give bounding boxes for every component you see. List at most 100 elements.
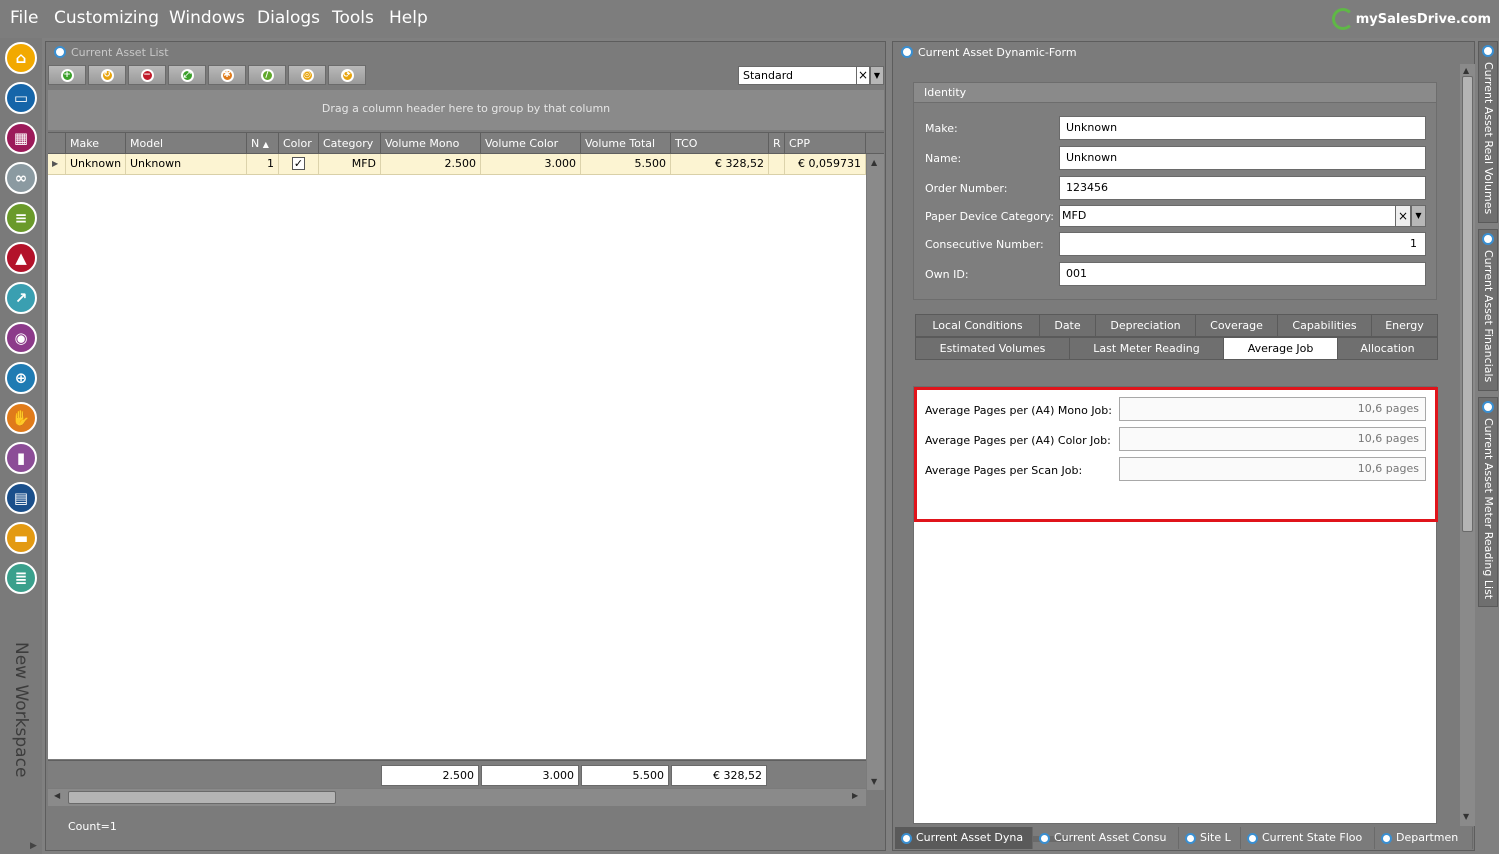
grid-header: Make Model N ▲ Color Category Volume Mon…	[48, 132, 884, 154]
doc-tab-department[interactable]: Departmen	[1375, 827, 1473, 849]
scroll-up-icon[interactable]: ▲	[871, 158, 877, 167]
tab-local-conditions[interactable]: Local Conditions	[915, 314, 1039, 337]
cell-make[interactable]: Unknown	[66, 154, 126, 174]
edit-button[interactable]: ↻	[88, 65, 126, 85]
database-icon[interactable]: ≣	[5, 562, 37, 594]
tab-average-job[interactable]: Average Job	[1223, 337, 1337, 360]
view-clear-icon[interactable]: ×	[856, 66, 870, 85]
menu-windows[interactable]: Windows	[169, 8, 245, 28]
category-clear-icon[interactable]: ×	[1395, 205, 1411, 227]
table-row[interactable]: ▶ Unknown Unknown 1 ✓ MFD 2.500 3.000 5.…	[48, 154, 866, 175]
cell-tco[interactable]: € 328,52	[671, 154, 769, 174]
own-id-field[interactable]: 001	[1059, 262, 1426, 286]
grid-body[interactable]	[48, 175, 866, 759]
scroll-left-icon[interactable]: ◀	[54, 791, 60, 800]
menu-help[interactable]: Help	[389, 8, 428, 28]
cell-volume-total[interactable]: 5.500	[581, 154, 671, 174]
horizontal-scroll-thumb[interactable]	[68, 791, 336, 804]
cell-volume-color[interactable]: 3.000	[481, 154, 581, 174]
target-icon[interactable]: ⊕	[5, 362, 37, 394]
bar-chart-icon[interactable]: ▮	[5, 442, 37, 474]
trend-icon[interactable]: ↗	[5, 282, 37, 314]
column-header-make[interactable]: Make	[66, 133, 126, 154]
side-tab-financials[interactable]: Current Asset Financials	[1478, 229, 1498, 391]
column-header-r[interactable]: R	[769, 133, 785, 154]
form-vertical-scrollbar[interactable]: ▲ ▼	[1460, 64, 1475, 826]
tab-coverage[interactable]: Coverage	[1195, 314, 1277, 337]
grid-horizontal-scrollbar[interactable]: ◀ ▶	[48, 789, 866, 806]
options-button[interactable]: ◎	[288, 65, 326, 85]
menu-customizing[interactable]: Customizing	[54, 8, 159, 28]
scroll-down-icon[interactable]: ▼	[871, 777, 877, 786]
column-header-volume-color[interactable]: Volume Color	[481, 133, 581, 154]
cell-cpp[interactable]: € 0,059731	[785, 154, 866, 174]
avg-color-job-field[interactable]: 10,6 pages	[1119, 427, 1426, 451]
binoculars-icon[interactable]: ∞	[5, 162, 37, 194]
doc-tab-asset-dynamic[interactable]: Current Asset Dyna	[895, 827, 1033, 849]
tab-capabilities[interactable]: Capabilities	[1277, 314, 1371, 337]
cell-r[interactable]	[769, 154, 785, 174]
tab-last-meter-reading[interactable]: Last Meter Reading	[1069, 337, 1223, 360]
sidebar-scroll-right-icon[interactable]: ▶	[30, 841, 37, 851]
column-header-category[interactable]: Category	[319, 133, 381, 154]
make-field[interactable]: Unknown	[1059, 116, 1426, 140]
menu-tools[interactable]: Tools	[332, 8, 374, 28]
tab-allocation[interactable]: Allocation	[1337, 337, 1438, 360]
document-icon[interactable]: ▤	[5, 482, 37, 514]
column-header-n[interactable]: N ▲	[247, 133, 279, 154]
grid-vertical-scrollbar[interactable]: ▲ ▼	[867, 154, 884, 790]
chart-icon[interactable]: ▲	[5, 242, 37, 274]
form-vertical-scroll-thumb[interactable]	[1462, 76, 1473, 532]
column-header-color[interactable]: Color	[279, 133, 319, 154]
chevron-down-icon[interactable]: ▼	[1411, 205, 1426, 227]
cell-color[interactable]: ✓	[279, 154, 319, 174]
add-button[interactable]: +	[48, 65, 86, 85]
refresh-button[interactable]: ⟳	[328, 65, 366, 85]
expand-button[interactable]: ⤢	[168, 65, 206, 85]
view-select[interactable]: Standard	[738, 66, 858, 85]
tab-date[interactable]: Date	[1039, 314, 1095, 337]
workspace-label[interactable]: New Workspace	[11, 642, 31, 777]
cell-n[interactable]: 1	[247, 154, 279, 174]
scroll-icon[interactable]: ≡	[5, 202, 37, 234]
consecutive-number-field[interactable]: 1	[1059, 232, 1426, 256]
doc-tab-site[interactable]: Site L	[1179, 827, 1241, 849]
scroll-right-icon[interactable]: ▶	[852, 791, 858, 800]
cell-volume-mono[interactable]: 2.500	[381, 154, 481, 174]
group-by-area[interactable]: Drag a column header here to group by th…	[48, 90, 884, 130]
filter-button[interactable]: /	[248, 65, 286, 85]
cell-category[interactable]: MFD	[319, 154, 381, 174]
handshake-icon[interactable]: ✋	[5, 402, 37, 434]
color-checkbox[interactable]: ✓	[292, 157, 305, 170]
menu-dialogs[interactable]: Dialogs	[257, 8, 320, 28]
avg-scan-job-field[interactable]: 10,6 pages	[1119, 457, 1426, 481]
eye-icon[interactable]: ◉	[5, 322, 37, 354]
column-header-cpp[interactable]: CPP	[785, 133, 866, 154]
side-tab-real-volumes[interactable]: Current Asset Real Volumes	[1478, 41, 1498, 223]
order-number-field[interactable]: 123456	[1059, 176, 1426, 200]
tab-energy[interactable]: Energy	[1371, 314, 1438, 337]
doc-tab-asset-consumables[interactable]: Current Asset Consu	[1033, 827, 1179, 849]
column-header-model[interactable]: Model	[126, 133, 247, 154]
hierarchy-icon[interactable]: ▦	[5, 122, 37, 154]
home-icon[interactable]: ⌂	[5, 42, 37, 74]
column-header-volume-total[interactable]: Volume Total	[581, 133, 671, 154]
doc-tab-state-floor[interactable]: Current State Floo	[1241, 827, 1375, 849]
side-tab-meter-reading-list[interactable]: Current Asset Meter Reading List	[1478, 397, 1498, 607]
settings-button[interactable]: ✱	[208, 65, 246, 85]
tab-estimated-volumes[interactable]: Estimated Volumes	[915, 337, 1069, 360]
cell-model[interactable]: Unknown	[126, 154, 247, 174]
menu-file[interactable]: File	[10, 8, 38, 28]
column-header-tco[interactable]: TCO	[671, 133, 769, 154]
briefcase-icon[interactable]: ▬	[5, 522, 37, 554]
scroll-up-icon[interactable]: ▲	[1463, 66, 1469, 75]
name-field[interactable]: Unknown	[1059, 146, 1426, 170]
avg-mono-job-field[interactable]: 10,6 pages	[1119, 397, 1426, 421]
column-header-volume-mono[interactable]: Volume Mono	[381, 133, 481, 154]
folder-icon[interactable]: ▭	[5, 82, 37, 114]
paper-device-category-select[interactable]: MFD	[1059, 205, 1396, 227]
chevron-down-icon[interactable]: ▼	[870, 66, 884, 85]
tab-depreciation[interactable]: Depreciation	[1095, 314, 1195, 337]
delete-button[interactable]: −	[128, 65, 166, 85]
scroll-down-icon[interactable]: ▼	[1463, 812, 1469, 821]
